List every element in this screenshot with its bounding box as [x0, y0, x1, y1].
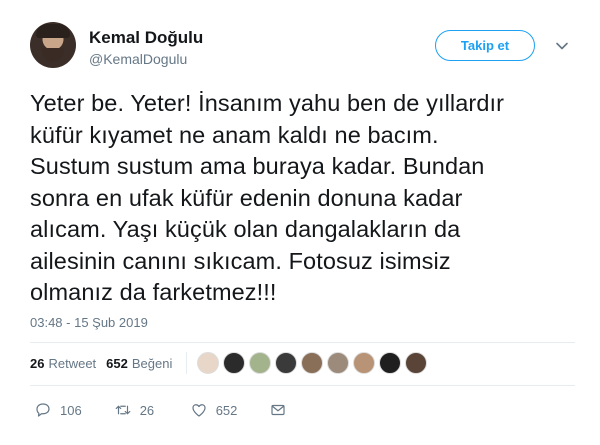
message-action[interactable] — [269, 401, 295, 419]
likers-avatars — [197, 352, 431, 374]
liker-avatar[interactable] — [405, 352, 428, 374]
user-name[interactable]: Kemal Doğulu — [89, 28, 203, 48]
avatar[interactable] — [30, 22, 76, 68]
retweet-stat-count: 26 — [30, 355, 45, 371]
avatar-beard — [42, 48, 64, 62]
liker-avatar[interactable] — [197, 352, 220, 374]
chevron-down-icon[interactable] — [554, 38, 570, 54]
retweet-action[interactable]: 26 — [114, 401, 158, 419]
liker-avatar[interactable] — [275, 352, 298, 374]
user-handle[interactable]: @KemalDogulu — [89, 51, 187, 67]
heart-icon — [192, 404, 206, 417]
like-stat-label: Beğeni — [131, 355, 173, 371]
tweet-timestamp[interactable]: 03:48 - 15 Şub 2019 — [30, 315, 148, 330]
avatar-hair — [36, 24, 70, 38]
like-action[interactable]: 652 — [190, 401, 238, 419]
stats-separator — [186, 352, 188, 374]
divider-bottom — [30, 385, 575, 386]
retweet-stat[interactable]: 26 Retweet — [30, 356, 96, 371]
liker-avatar[interactable] — [327, 352, 350, 374]
liker-avatar[interactable] — [223, 352, 246, 374]
liker-avatar[interactable] — [301, 352, 324, 374]
like-stat[interactable]: 652 Beğeni — [106, 356, 172, 371]
like-count: 652 — [215, 402, 238, 418]
retweet-count: 26 — [139, 402, 155, 418]
liker-avatar[interactable] — [379, 352, 402, 374]
follow-button[interactable]: Takip et — [435, 30, 535, 61]
envelope-icon — [271, 404, 286, 416]
reply-icon — [36, 403, 50, 417]
reply-count: 106 — [60, 402, 82, 418]
tweet-text: Yeter be. Yeter! İnsanım yahu ben de yıl… — [30, 90, 505, 305]
like-stat-count: 652 — [106, 355, 128, 371]
liker-avatar[interactable] — [353, 352, 376, 374]
retweet-icon — [115, 405, 131, 415]
tweet-header: Kemal Doğulu @KemalDogulu Takip et — [30, 22, 575, 78]
tweet-stats: 26 Retweet 652 Beğeni — [30, 348, 431, 378]
retweet-stat-label: Retweet — [48, 355, 97, 371]
reply-action[interactable]: 106 — [34, 401, 82, 419]
liker-avatar[interactable] — [249, 352, 272, 374]
tweet-actions: 106 26 652 — [34, 398, 327, 422]
divider-top — [30, 342, 575, 343]
